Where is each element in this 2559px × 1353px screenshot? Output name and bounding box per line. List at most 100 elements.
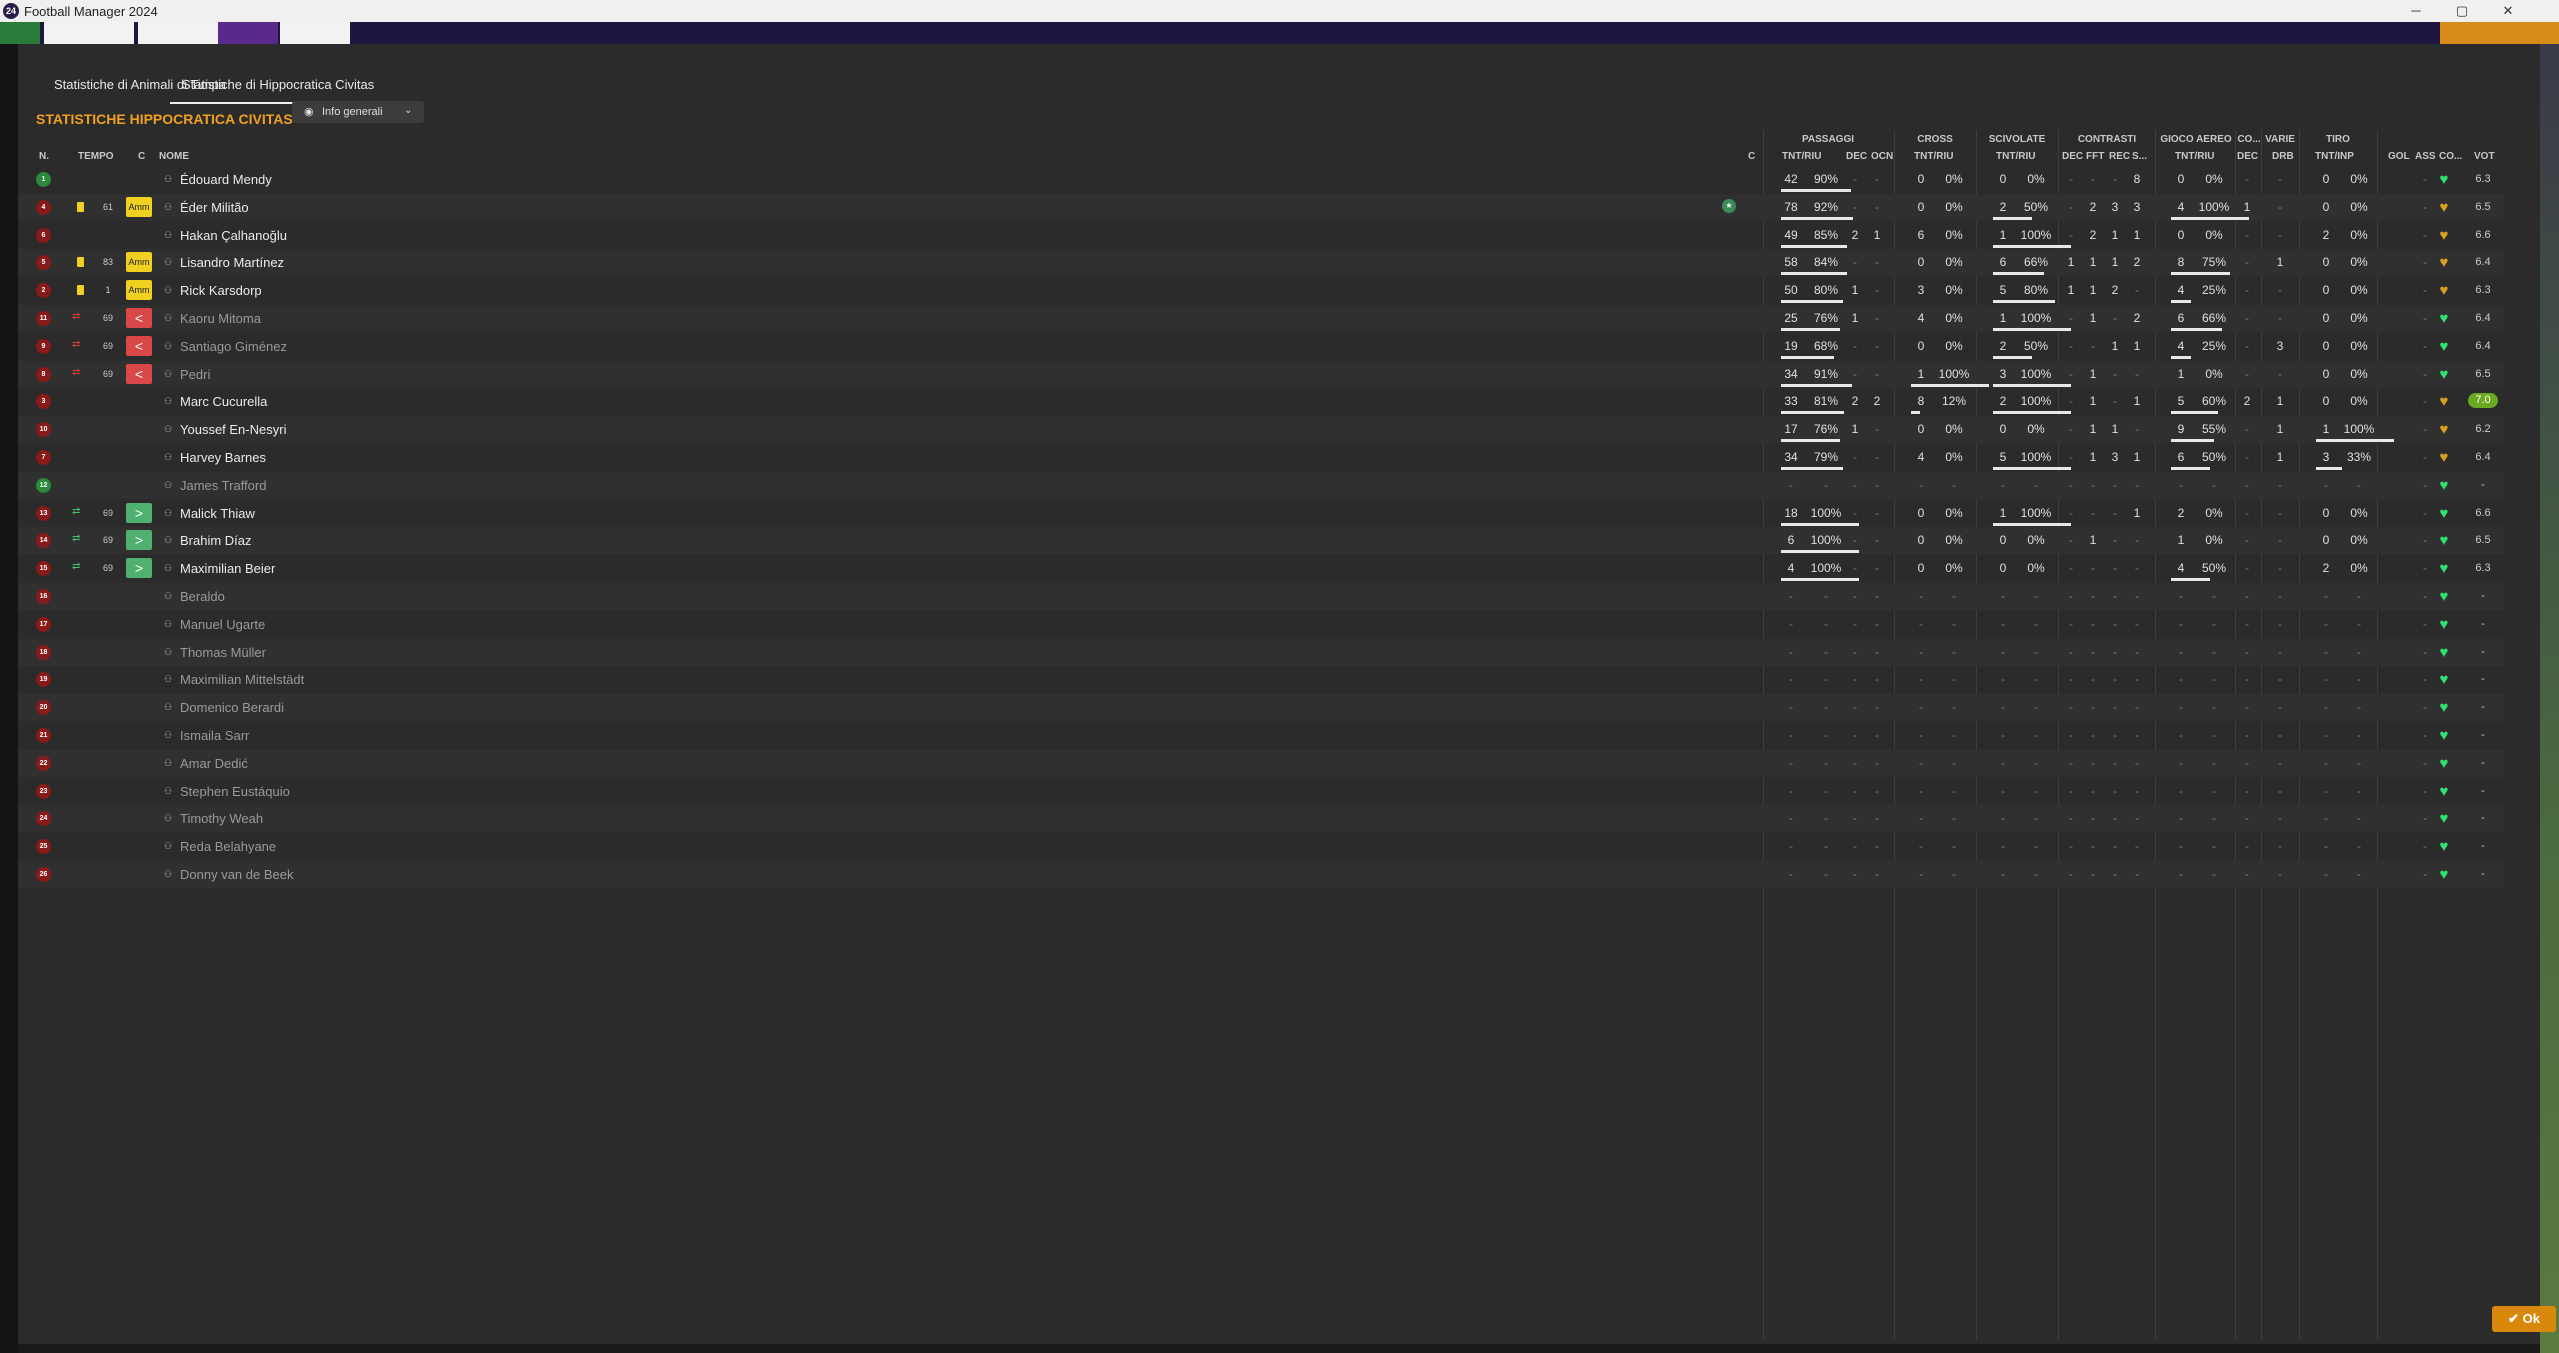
table-row[interactable]: 15 ⇄ 69 > ⚇ Maximilian Beier 4 100% - -0 0% 0 0% - - - -…: [18, 555, 2504, 582]
player-profile-icon[interactable]: ⚇: [164, 230, 172, 241]
player-profile-icon[interactable]: ⚇: [164, 480, 172, 491]
table-row[interactable]: 6 ⚇ Hakan Çalhanoğlu 49 85% 2 1 6 0% 1 100% -2 1 1 0 0%…: [18, 222, 2504, 249]
player-name[interactable]: Maximilian Beier: [180, 561, 275, 576]
col-tempo[interactable]: TEMPO: [78, 151, 114, 162]
view-dropdown[interactable]: ◉ Info generali ⌄: [292, 101, 424, 123]
player-profile-icon[interactable]: ⚇: [164, 869, 172, 880]
col-pass-tnt[interactable]: TNT/RIU: [1782, 151, 1821, 162]
player-profile-icon[interactable]: ⚇: [164, 813, 172, 824]
player-profile-icon[interactable]: ⚇: [164, 313, 172, 324]
player-profile-icon[interactable]: ⚇: [164, 563, 172, 574]
player-name[interactable]: Malick Thiaw: [180, 506, 255, 521]
tab-hippocratica-civitas[interactable]: Statistiche di Hippocratica Civitas: [170, 68, 387, 104]
table-row[interactable]: 23 ⚇ Stephen Eustáquio - - - - - - - - - - - - - - - - - - - ♥…: [18, 778, 2504, 805]
table-row[interactable]: 11 ⇄ 69 < ⚇ Kaoru Mitoma 25 76% 1-4 0% 1 100% -1-2 6 6…: [18, 305, 2504, 332]
col-sciv-tnt[interactable]: TNT/RIU: [1996, 151, 2035, 162]
player-name[interactable]: Santiago Giménez: [180, 339, 287, 354]
col-con-dec[interactable]: DEC: [2062, 151, 2083, 162]
player-name[interactable]: Donny van de Beek: [180, 867, 293, 882]
col-c[interactable]: C: [138, 151, 145, 162]
player-name[interactable]: Pedri: [180, 367, 210, 382]
table-row[interactable]: 5 83 Amm ⚇ Lisandro Martínez 58 84% - -0 0% 6 66% 1 1…: [18, 249, 2504, 277]
col-vot[interactable]: VOT: [2474, 151, 2495, 162]
player-name[interactable]: Reda Belahyane: [180, 839, 276, 854]
player-name[interactable]: Amar Dedić: [180, 756, 248, 771]
player-name[interactable]: Lisandro Martínez: [180, 255, 284, 270]
table-row[interactable]: 24 ⚇ Timothy Weah - - - - - - - - - - - - - - - - - - - ♥ -: [18, 805, 2504, 833]
col-co[interactable]: CO...: [2439, 151, 2462, 162]
player-profile-icon[interactable]: ⚇: [164, 841, 172, 852]
player-profile-icon[interactable]: ⚇: [164, 535, 172, 546]
player-name[interactable]: Hakan Çalhanoğlu: [180, 228, 287, 243]
player-profile-icon[interactable]: ⚇: [164, 285, 172, 296]
close-window-button[interactable]: ✕: [2485, 1, 2531, 21]
table-row[interactable]: 26 ⚇ Donny van de Beek - - - - - - - - - - - - - - - - - - - ♥…: [18, 861, 2504, 888]
player-name[interactable]: Éder Militão: [180, 200, 249, 215]
player-name[interactable]: Thomas Müller: [180, 645, 266, 660]
table-row[interactable]: 17 ⚇ Manuel Ugarte - - - - - - - - - - - - - - - - - - - ♥ -: [18, 611, 2504, 638]
player-name[interactable]: Ismaila Sarr: [180, 728, 249, 743]
player-profile-icon[interactable]: ⚇: [164, 396, 172, 407]
player-name[interactable]: Youssef En-Nesyri: [180, 422, 286, 437]
player-name[interactable]: Brahim Díaz: [180, 533, 252, 548]
player-name[interactable]: Stephen Eustáquio: [180, 784, 290, 799]
player-profile-icon[interactable]: ⚇: [164, 758, 172, 769]
table-row[interactable]: 21 ⚇ Ismaila Sarr - - - - - - - - - - - - - - - - - - - ♥ -: [18, 722, 2504, 749]
col-con-fft[interactable]: FFT: [2086, 151, 2104, 162]
player-profile-icon[interactable]: ⚇: [164, 424, 172, 435]
player-profile-icon[interactable]: ⚇: [164, 369, 172, 380]
player-profile-icon[interactable]: ⚇: [164, 619, 172, 630]
player-profile-icon[interactable]: ⚇: [164, 202, 172, 213]
table-row[interactable]: 19 ⚇ Maximilian Mittelstädt - - - - - - - - - - - - - - -…: [18, 666, 2504, 693]
col-tiro-tnt[interactable]: TNT/INP: [2315, 151, 2354, 162]
player-name[interactable]: Kaoru Mitoma: [180, 311, 261, 326]
player-profile-icon[interactable]: ⚇: [164, 702, 172, 713]
player-name[interactable]: Manuel Ugarte: [180, 617, 265, 632]
table-row[interactable]: 14 ⇄ 69 > ⚇ Brahim Díaz 6 100% - -0 0% 0 0% -1- -1 0% - -…: [18, 527, 2504, 555]
table-row[interactable]: 2 1 Amm ⚇ Rick Karsdorp 50 80% 1-3 0% 5 80% 1 1 2-4 25…: [18, 277, 2504, 304]
col-ass[interactable]: ASS: [2415, 151, 2436, 162]
table-row[interactable]: 13 ⇄ 69 > ⚇ Malick Thiaw 18 100% - -0 0% 1 100% - - -1 2…: [18, 500, 2504, 527]
player-name[interactable]: Timothy Weah: [180, 811, 263, 826]
col-cross-tnt[interactable]: TNT/RIU: [1914, 151, 1953, 162]
table-row[interactable]: 7 ⚇ Harvey Barnes 34 79% - -4 0% 5 100% -1 3 1 6 50% -1…: [18, 444, 2504, 471]
player-profile-icon[interactable]: ⚇: [164, 452, 172, 463]
player-name[interactable]: Beraldo: [180, 589, 225, 604]
table-row[interactable]: 10 ⚇ Youssef En-Nesyri 17 76% 1-0 0% 0 0% -1 1-9 55…: [18, 416, 2504, 444]
col-pass-ocn[interactable]: OCN: [1871, 151, 1893, 162]
player-profile-icon[interactable]: ⚇: [164, 591, 172, 602]
table-row[interactable]: 9 ⇄ 69 < ⚇ Santiago Giménez 19 68% - -0 0% 2 50% - -1 1…: [18, 333, 2504, 360]
player-name[interactable]: Maximilian Mittelstädt: [180, 672, 304, 687]
table-row[interactable]: 1 ⚇ Édouard Mendy 42 90% - -0 0% 0 0% - - -8 0 0% - -0 0%…: [18, 166, 2504, 193]
table-row[interactable]: 8 ⇄ 69 < ⚇ Pedri 34 91% - -1 100% 3 100% -1- -1 0% - -0 0%…: [18, 360, 2504, 388]
table-row[interactable]: 25 ⚇ Reda Belahyane - - - - - - - - - - - - - - - - - - - ♥ -: [18, 833, 2504, 860]
table-row[interactable]: 4 61 Amm ⚇ Éder Militão ★ 78 92% - -0 0% 2 50% -2 3 3 4 1…: [18, 193, 2504, 221]
player-profile-icon[interactable]: ⚇: [164, 257, 172, 268]
col-num[interactable]: N.: [39, 151, 49, 162]
player-name[interactable]: Harvey Barnes: [180, 450, 266, 465]
table-row[interactable]: 20 ⚇ Domenico Berardi - - - - - - - - - - - - - - - - - - - ♥ -: [18, 694, 2504, 722]
player-profile-icon[interactable]: ⚇: [164, 341, 172, 352]
player-profile-icon[interactable]: ⚇: [164, 508, 172, 519]
col-nome[interactable]: NOME: [159, 151, 189, 162]
player-name[interactable]: Édouard Mendy: [180, 172, 272, 187]
col-pass-dec[interactable]: DEC: [1846, 151, 1867, 162]
maximize-button[interactable]: ▢: [2439, 1, 2485, 21]
table-row[interactable]: 16 ⚇ Beraldo - - - - - - - - - - - - - - - - - - - ♥ -: [18, 583, 2504, 610]
col-aereo-tnt[interactable]: TNT/RIU: [2175, 151, 2214, 162]
player-name[interactable]: James Trafford: [180, 478, 266, 493]
player-name[interactable]: Rick Karsdorp: [180, 283, 262, 298]
table-row[interactable]: 3 ⚇ Marc Cucurella 33 81% 2 2 8 12% 2 100% -1-1 5 60%…: [18, 388, 2504, 415]
col-aereo-dec[interactable]: DEC: [2237, 151, 2258, 162]
player-profile-icon[interactable]: ⚇: [164, 730, 172, 741]
minimize-button[interactable]: ─: [2393, 1, 2439, 21]
player-profile-icon[interactable]: ⚇: [164, 786, 172, 797]
table-row[interactable]: 12 ⚇ James Trafford - - - - - - - - - - - - - - - - - - - ♥ -: [18, 471, 2504, 499]
player-profile-icon[interactable]: ⚇: [164, 674, 172, 685]
col-con-s[interactable]: S...: [2132, 151, 2147, 162]
col-drb[interactable]: DRB: [2272, 151, 2294, 162]
table-row[interactable]: 22 ⚇ Amar Dedić - - - - - - - - - - - - - - - - - - - ♥ -: [18, 749, 2504, 777]
player-profile-icon[interactable]: ⚇: [164, 647, 172, 658]
col-con-rec[interactable]: REC: [2109, 151, 2130, 162]
player-name[interactable]: Domenico Berardi: [180, 700, 284, 715]
